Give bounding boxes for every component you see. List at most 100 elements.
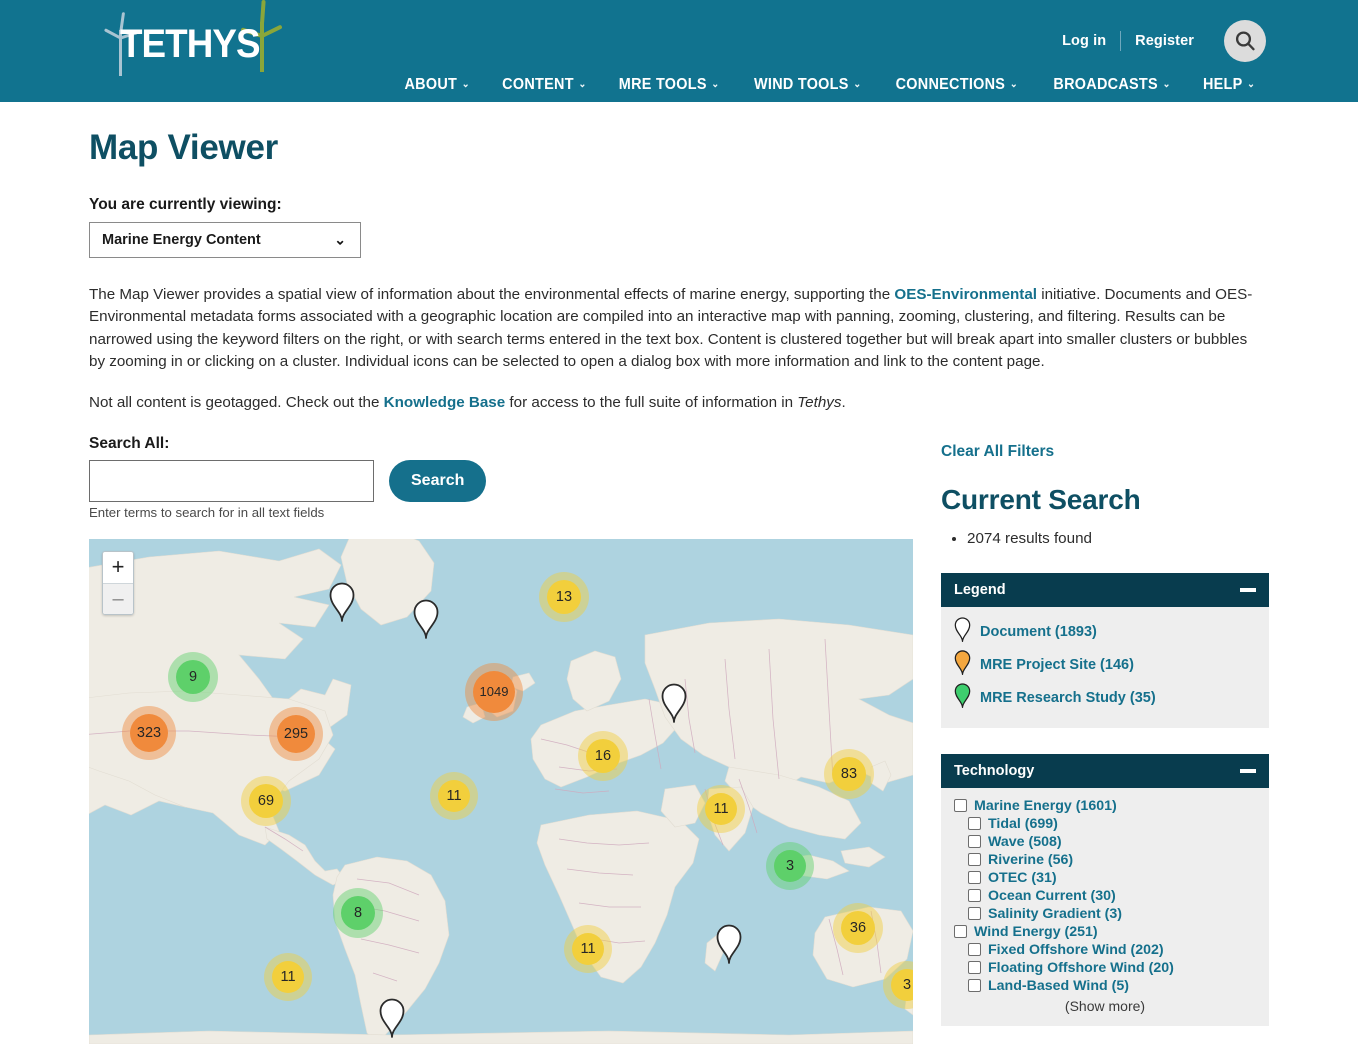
technology-filter-row[interactable]: OTEC (31) bbox=[968, 870, 1256, 886]
search-button[interactable]: Search bbox=[389, 459, 487, 502]
map-pin-icon bbox=[954, 617, 971, 647]
technology-filter-label: Wind Energy (251) bbox=[974, 923, 1098, 940]
technology-filter-label: Fixed Offshore Wind (202) bbox=[988, 941, 1164, 958]
nav-item-connections[interactable]: CONNECTIONS ⌄ bbox=[884, 72, 1031, 98]
tethys-logo[interactable]: TETHYS bbox=[102, 0, 283, 76]
zoom-in-button[interactable]: + bbox=[103, 551, 133, 583]
technology-filter-checkbox[interactable] bbox=[954, 925, 967, 939]
search-input[interactable] bbox=[89, 459, 374, 502]
map-pin-icon bbox=[954, 650, 971, 680]
register-link[interactable]: Register bbox=[1121, 33, 1208, 49]
technology-filter-label: Wave (508) bbox=[988, 833, 1062, 850]
cluster-count: 13 bbox=[555, 588, 573, 605]
geotag-text-a: Not all content is geotagged. Check out … bbox=[89, 394, 384, 412]
technology-filter-row[interactable]: Salinity Gradient (3) bbox=[968, 906, 1256, 922]
map-pin-icon bbox=[716, 924, 742, 964]
technology-filter-checkbox[interactable] bbox=[968, 943, 981, 957]
content-type-select[interactable]: Marine Energy Content ⌄ bbox=[89, 222, 361, 258]
technology-filter-checkbox[interactable] bbox=[968, 979, 981, 993]
map-cluster-marker[interactable]: 69 bbox=[241, 775, 291, 826]
oes-environmental-link[interactable]: OES-Environmental bbox=[894, 286, 1037, 303]
minus-icon[interactable] bbox=[1240, 768, 1256, 773]
map-pin-marker[interactable] bbox=[329, 582, 355, 627]
cluster-count: 3 bbox=[785, 857, 795, 874]
map-cluster-marker[interactable]: 13 bbox=[539, 571, 589, 622]
legend-item[interactable]: MRE Project Site (146) bbox=[954, 650, 1256, 680]
technology-filter-checkbox[interactable] bbox=[968, 961, 981, 975]
technology-filter-checkbox[interactable] bbox=[968, 853, 981, 867]
page-body: Map Viewer You are currently viewing: Ma… bbox=[0, 128, 1358, 1044]
map-cluster-marker[interactable]: 83 bbox=[824, 748, 874, 799]
technology-filter-checkbox[interactable] bbox=[968, 871, 981, 885]
nav-label: BROADCASTS bbox=[1053, 76, 1158, 93]
map-pin-marker[interactable] bbox=[661, 683, 687, 728]
minus-icon[interactable] bbox=[1240, 587, 1256, 592]
map-zoom-controls: + – bbox=[102, 550, 134, 615]
legend-panel-header[interactable]: Legend bbox=[941, 572, 1269, 607]
technology-panel-title: Technology bbox=[954, 762, 1035, 779]
technology-panel: Technology Marine Energy (1601) Tidal (69… bbox=[941, 753, 1269, 1026]
map-cluster-marker[interactable]: 11 bbox=[430, 771, 478, 820]
technology-filter-row[interactable]: Floating Offshore Wind (20) bbox=[968, 960, 1256, 976]
geotag-text-c: . bbox=[841, 394, 846, 412]
geotag-paragraph: Not all content is geotagged. Check out … bbox=[89, 392, 1264, 414]
map-cluster-marker[interactable]: 1049 bbox=[465, 662, 523, 721]
map-cluster-marker[interactable]: 11 bbox=[564, 924, 612, 973]
viewing-label: You are currently viewing: bbox=[89, 196, 282, 213]
search-icon[interactable] bbox=[1224, 20, 1266, 62]
map-cluster-marker[interactable]: 36 bbox=[833, 902, 883, 953]
technology-filter-row[interactable]: Fixed Offshore Wind (202) bbox=[968, 942, 1256, 958]
zoom-out-button[interactable]: – bbox=[103, 582, 133, 614]
technology-filter-row[interactable]: Wave (508) bbox=[968, 834, 1256, 850]
main-navigation: ABOUT ⌄ CONTENT ⌄ MRE TOOLS ⌄ WIND TOOLS… bbox=[389, 72, 1358, 98]
map-pin-marker[interactable] bbox=[716, 924, 742, 969]
clear-all-filters-link[interactable]: Clear All Filters bbox=[941, 443, 1054, 461]
search-all-label: Search All: bbox=[89, 434, 170, 452]
cluster-count: 11 bbox=[446, 787, 462, 804]
legend-panel-body: Document (1893) MRE Project Site (146) MRE… bbox=[941, 606, 1269, 728]
technology-filter-checkbox[interactable] bbox=[968, 907, 981, 921]
map-cluster-marker[interactable]: 11 bbox=[264, 952, 312, 1001]
technology-filter-row[interactable]: Marine Energy (1601) bbox=[954, 798, 1256, 814]
nav-item-help[interactable]: HELP ⌄ bbox=[1191, 72, 1267, 98]
login-link[interactable]: Log in bbox=[1048, 33, 1120, 49]
map-viewer[interactable]: + – 13 9 1049 323 295 16 83 69 11 11 3 8 36 11 11 3 bbox=[89, 538, 913, 1044]
chevron-down-icon: ⌄ bbox=[853, 79, 862, 90]
knowledge-base-link[interactable]: Knowledge Base bbox=[384, 394, 506, 411]
nav-item-wind-tools[interactable]: WIND TOOLS ⌄ bbox=[742, 72, 874, 98]
technology-filter-row[interactable]: Wind Energy (251) bbox=[954, 924, 1256, 940]
technology-filter-row[interactable]: Tidal (699) bbox=[968, 816, 1256, 832]
technology-filter-checkbox[interactable] bbox=[968, 889, 981, 903]
current-search-title: Current Search bbox=[941, 483, 1141, 515]
chevron-down-icon: ⌄ bbox=[1162, 79, 1171, 90]
map-pin-marker[interactable] bbox=[379, 998, 405, 1043]
map-pin-marker[interactable] bbox=[413, 599, 439, 644]
technology-filter-label: OTEC (31) bbox=[988, 869, 1057, 886]
legend-item[interactable]: Document (1893) bbox=[954, 617, 1256, 647]
technology-filter-row[interactable]: Land-Based Wind (5) bbox=[968, 978, 1256, 994]
technology-filter-checkbox[interactable] bbox=[968, 817, 981, 831]
nav-item-content[interactable]: CONTENT ⌄ bbox=[490, 72, 599, 98]
nav-item-mre-tools[interactable]: MRE TOOLS ⌄ bbox=[607, 72, 732, 98]
map-cluster-marker[interactable]: 11 bbox=[697, 784, 745, 833]
map-pin-marker[interactable] bbox=[246, 539, 272, 543]
technology-filter-checkbox[interactable] bbox=[968, 835, 981, 849]
cluster-count: 11 bbox=[580, 940, 596, 957]
technology-filter-row[interactable]: Riverine (56) bbox=[968, 852, 1256, 868]
show-more-link[interactable]: (Show more) bbox=[954, 998, 1256, 1014]
cluster-count: 3 bbox=[902, 976, 912, 993]
map-cluster-marker[interactable]: 3 bbox=[766, 841, 814, 890]
map-cluster-marker[interactable]: 9 bbox=[168, 651, 218, 702]
map-cluster-marker[interactable]: 8 bbox=[333, 887, 383, 938]
nav-item-about[interactable]: ABOUT ⌄ bbox=[393, 72, 483, 98]
technology-panel-header[interactable]: Technology bbox=[941, 753, 1269, 788]
technology-filter-row[interactable]: Ocean Current (30) bbox=[968, 888, 1256, 904]
nav-item-broadcasts[interactable]: BROADCASTS ⌄ bbox=[1041, 72, 1182, 98]
technology-filter-checkbox[interactable] bbox=[954, 799, 967, 813]
cluster-count: 295 bbox=[283, 725, 309, 742]
nav-label: MRE TOOLS bbox=[619, 76, 708, 93]
map-cluster-marker[interactable]: 295 bbox=[269, 706, 323, 761]
map-cluster-marker[interactable]: 16 bbox=[578, 730, 628, 781]
map-cluster-marker[interactable]: 323 bbox=[122, 705, 176, 760]
legend-item[interactable]: MRE Research Study (35) bbox=[954, 683, 1256, 713]
